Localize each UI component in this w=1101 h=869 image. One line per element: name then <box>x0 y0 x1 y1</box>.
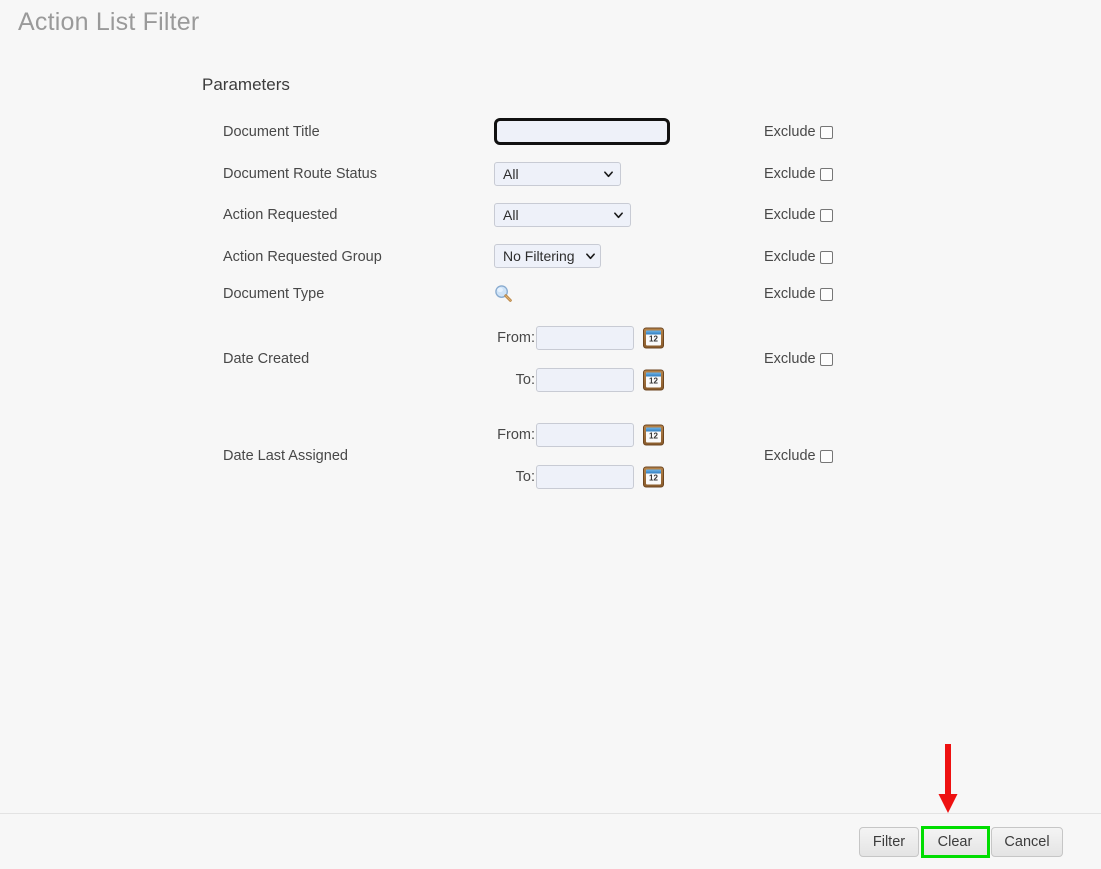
exclude-checkbox-date-last-assigned[interactable] <box>819 449 833 463</box>
label-date-last-assigned-to: To: <box>515 469 535 485</box>
exclude-checkbox-document-title[interactable] <box>819 125 833 139</box>
exclude-group-document-type[interactable]: Exclude <box>764 286 833 302</box>
exclude-group-document-title[interactable]: Exclude <box>764 124 833 140</box>
calendar-icon-date-created-from[interactable]: 12 <box>643 327 664 349</box>
calendar-icon-date-last-assigned-from[interactable]: 12 <box>643 424 664 446</box>
select-action-requested[interactable]: All <box>494 203 631 227</box>
exclude-label: Exclude <box>764 351 816 367</box>
magnifier-icon[interactable] <box>494 284 513 303</box>
label-date-last-assigned: Date Last Assigned <box>223 448 348 464</box>
date-created-from-input[interactable] <box>536 326 634 350</box>
exclude-group-document-route-status[interactable]: Exclude <box>764 166 833 182</box>
exclude-checkbox-date-created[interactable] <box>819 352 833 366</box>
calendar-day-text: 12 <box>649 473 658 483</box>
label-document-title: Document Title <box>223 124 320 140</box>
calendar-day-text: 12 <box>649 376 658 386</box>
exclude-label: Exclude <box>764 286 816 302</box>
date-last-assigned-from-input[interactable] <box>536 423 634 447</box>
date-last-assigned-to-input[interactable] <box>536 465 634 489</box>
label-document-route-status: Document Route Status <box>223 166 377 182</box>
label-date-created-from: From: <box>497 330 535 346</box>
exclude-label: Exclude <box>764 166 816 182</box>
label-date-created: Date Created <box>223 351 310 367</box>
exclude-group-action-requested-group[interactable]: Exclude <box>764 249 833 265</box>
select-action-requested-group[interactable]: No Filtering <box>494 244 601 268</box>
exclude-group-action-requested[interactable]: Exclude <box>764 207 833 223</box>
exclude-checkbox-action-requested-group[interactable] <box>819 250 833 264</box>
select-wrap-action-requested: All <box>494 203 631 227</box>
exclude-label: Exclude <box>764 124 816 140</box>
document-title-input[interactable] <box>494 118 670 145</box>
exclude-checkbox-document-type[interactable] <box>819 287 833 301</box>
select-wrap-document-route-status: All <box>494 162 621 186</box>
exclude-checkbox-document-route-status[interactable] <box>819 167 833 181</box>
filter-form: Document Title Exclude Document Route St… <box>0 0 1101 813</box>
label-action-requested-group: Action Requested Group <box>223 249 382 265</box>
exclude-group-date-last-assigned[interactable]: Exclude <box>764 448 833 464</box>
select-document-route-status[interactable]: All <box>494 162 621 186</box>
label-date-last-assigned-from: From: <box>497 427 535 443</box>
date-created-to-input[interactable] <box>536 368 634 392</box>
calendar-icon-date-last-assigned-to[interactable]: 12 <box>643 466 664 488</box>
filter-button[interactable]: Filter <box>859 827 919 857</box>
calendar-icon-date-created-to[interactable]: 12 <box>643 369 664 391</box>
exclude-group-date-created[interactable]: Exclude <box>764 351 833 367</box>
exclude-label: Exclude <box>764 207 816 223</box>
cancel-button[interactable]: Cancel <box>991 827 1063 857</box>
clear-button[interactable]: Clear <box>921 827 989 857</box>
exclude-label: Exclude <box>764 448 816 464</box>
exclude-label: Exclude <box>764 249 816 265</box>
label-date-created-to: To: <box>515 372 535 388</box>
select-wrap-action-requested-group: No Filtering <box>494 244 601 268</box>
exclude-checkbox-action-requested[interactable] <box>819 208 833 222</box>
calendar-day-text: 12 <box>649 431 658 441</box>
label-action-requested: Action Requested <box>223 207 338 223</box>
label-document-type: Document Type <box>223 286 325 302</box>
calendar-day-text: 12 <box>649 334 658 344</box>
